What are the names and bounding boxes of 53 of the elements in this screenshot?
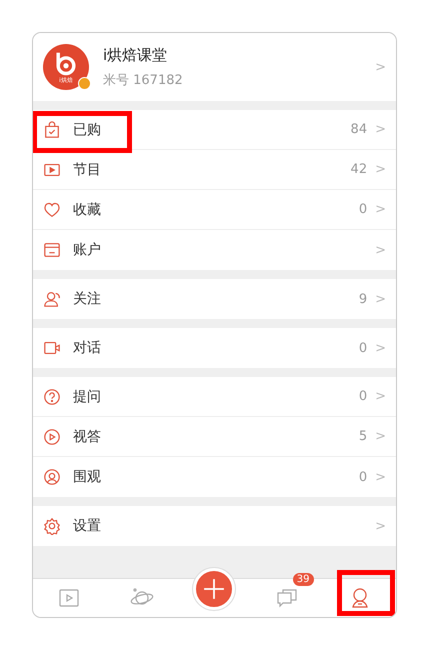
item-label: 提问 xyxy=(73,388,102,406)
menu-item[interactable]: 节目 42 > xyxy=(33,150,396,190)
item-count: 9 xyxy=(358,292,368,306)
item-label: 视答 xyxy=(73,428,102,446)
item-label: 账户 xyxy=(73,241,102,259)
menu-item[interactable]: 已购 84 > xyxy=(33,110,396,150)
verified-badge xyxy=(78,77,91,90)
wallet-icon xyxy=(43,241,61,259)
profile-id: 米号 167182 xyxy=(103,72,184,88)
menu-item[interactable]: 设置 > xyxy=(33,506,396,546)
people-icon xyxy=(43,290,61,308)
chevron: > xyxy=(375,122,386,137)
chevron: > xyxy=(375,518,386,534)
chevron: > xyxy=(375,429,386,444)
menu-item[interactable]: 关注 9 > xyxy=(33,279,396,319)
chevron: > xyxy=(375,162,386,177)
item-label: 已购 xyxy=(73,120,102,138)
menu-item[interactable]: 视答 5 > xyxy=(33,417,396,457)
video-icon xyxy=(43,339,61,357)
chevron: > xyxy=(375,242,386,258)
menu-item[interactable]: 提问 0 > xyxy=(33,377,396,417)
bag-icon xyxy=(43,120,61,138)
question-icon xyxy=(43,388,61,406)
item-count: 0 xyxy=(358,340,368,356)
item-count: 42 xyxy=(350,162,368,177)
item-count: 0 xyxy=(358,470,368,484)
item-count: 0 xyxy=(358,202,368,217)
chevron: > xyxy=(375,470,386,484)
chevron: > xyxy=(375,389,386,404)
item-label: 对话 xyxy=(73,339,102,357)
menu-item[interactable]: 对话 0 > xyxy=(33,328,396,368)
item-label: 节目 xyxy=(73,160,102,178)
plus-icon xyxy=(203,578,226,600)
item-count: 84 xyxy=(350,122,368,137)
chevron: > xyxy=(375,292,386,306)
playcircle-icon xyxy=(43,428,61,446)
menu-item[interactable]: 账户 > xyxy=(33,230,396,270)
item-label: 围观 xyxy=(73,468,102,486)
count-badge: 39 xyxy=(292,573,314,586)
chevron: > xyxy=(375,60,386,74)
gear-icon xyxy=(43,517,61,535)
add-button[interactable] xyxy=(193,568,236,610)
item-label: 关注 xyxy=(73,290,102,308)
menu-item[interactable]: 收藏 0 > xyxy=(33,190,396,230)
profile-name: i烘焙课堂 xyxy=(103,46,168,64)
heart-icon xyxy=(43,200,61,218)
chevron: > xyxy=(375,340,386,356)
chevron: > xyxy=(375,202,386,217)
item-label: 设置 xyxy=(73,517,102,535)
menu-item[interactable]: 围观 0 > xyxy=(33,457,396,497)
item-label: 收藏 xyxy=(73,200,102,218)
item-count: 5 xyxy=(358,429,368,444)
item-count: 0 xyxy=(358,389,368,404)
